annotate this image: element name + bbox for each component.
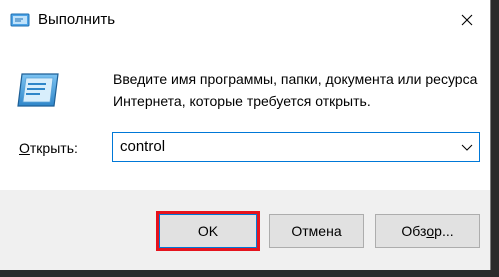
browse-button[interactable]: Обз о р... bbox=[375, 214, 480, 248]
taskbar-edge bbox=[0, 270, 499, 277]
close-icon bbox=[461, 14, 473, 26]
cancel-button-label: Отмена bbox=[291, 223, 342, 239]
run-icon bbox=[17, 73, 59, 107]
run-dialog: Выполнить Введите имя программы, папки, … bbox=[0, 0, 491, 277]
cancel-button[interactable]: Отмена bbox=[269, 214, 364, 248]
browse-label-prefix: Обз bbox=[401, 223, 427, 239]
dialog-content: Введите имя программы, папки, документа … bbox=[0, 40, 490, 190]
dialog-footer: OK Отмена Обз о р... bbox=[0, 190, 490, 277]
open-label-text: ткрыть: bbox=[29, 140, 78, 156]
browse-label-rest: р... bbox=[434, 223, 454, 239]
open-label-access-key: О bbox=[19, 140, 30, 156]
open-input[interactable] bbox=[113, 133, 453, 161]
open-combobox[interactable] bbox=[112, 132, 480, 162]
ok-button[interactable]: OK bbox=[156, 211, 260, 251]
chevron-down-icon[interactable] bbox=[461, 141, 473, 153]
run-icon bbox=[10, 13, 30, 27]
browse-label-access-key: о bbox=[426, 223, 435, 239]
close-button[interactable] bbox=[444, 0, 490, 40]
window-title: Выполнить bbox=[38, 11, 116, 28]
open-label: Открыть: bbox=[19, 139, 78, 157]
dialog-description: Введите имя программы, папки, документа … bbox=[113, 71, 478, 109]
title-bar: Выполнить bbox=[0, 0, 490, 40]
ok-button-label: OK bbox=[197, 223, 219, 239]
